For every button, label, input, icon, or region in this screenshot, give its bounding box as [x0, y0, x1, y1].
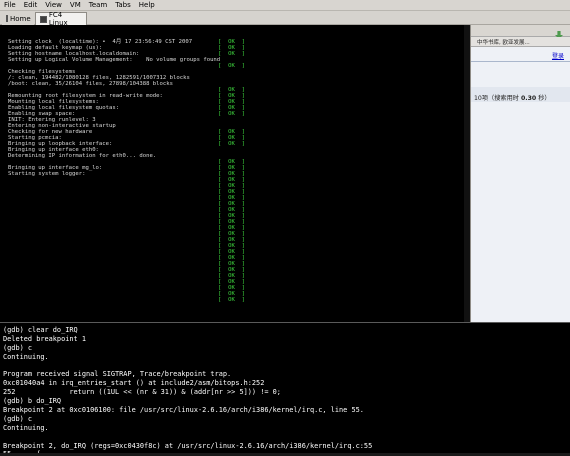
tab-bar: Home FC4 Linux: [0, 11, 570, 27]
gdb-line: Deleted breakpoint 1: [3, 334, 86, 343]
login-link[interactable]: 登录: [552, 51, 564, 60]
browser-tab[interactable]: 中华书库, 欧亚发展...: [477, 38, 530, 46]
result-prefix: 10项（搜索用时: [474, 95, 521, 102]
menu-item-team[interactable]: Team: [85, 0, 112, 11]
gdb-line: (gdb) b do_IRQ: [3, 397, 62, 406]
boot-status: [ OK ]: [218, 297, 245, 303]
gdb-line: [3, 433, 372, 442]
home-icon: [6, 15, 8, 22]
tab-fc4-linux[interactable]: FC4 Linux: [35, 11, 87, 27]
boot-log: Setting clock (localtime): • 4月 17 23:56…: [8, 39, 258, 303]
gdb-line: (gdb) c: [3, 343, 33, 352]
menu-item-tabs[interactable]: Tabs: [111, 0, 135, 11]
gdb-line: [3, 362, 372, 371]
menu-item-file[interactable]: File: [0, 0, 20, 11]
gdb-line: (gdb) clear do_IRQ: [3, 326, 78, 334]
gdb-line: (gdb) c: [3, 414, 33, 423]
search-result-summary: 10项（搜索用时 0.30 秒）: [474, 93, 551, 102]
boot-line: [ OK ]: [8, 297, 258, 303]
gdb-line: 252 return ((1UL << (nr & 31)) & (addr[n…: [3, 388, 281, 397]
gdb-output: (gdb) clear do_IRQ Deleted breakpoint 1 (g…: [3, 326, 372, 456]
vm-icon: [40, 15, 47, 23]
gdb-line: 0xc01040a4 in irq_entries_start () at in…: [3, 379, 265, 388]
result-time: 0.30: [520, 95, 537, 102]
gdb-line: Breakpoint 2, do_IRQ (regs=0xc0430f8c) a…: [3, 441, 373, 450]
gdb-line: Continuing.: [3, 352, 49, 361]
menu-item-vm[interactable]: VM: [66, 0, 85, 11]
boot-status-text: [ OK ]: [218, 297, 245, 303]
gdb-line: Breakpoint 2 at 0xc0106100: file /usr/sr…: [3, 406, 364, 415]
menu-item-view[interactable]: View: [41, 0, 66, 11]
tab-home[interactable]: Home: [2, 12, 34, 25]
gdb-line: Program received signal SIGTRAP, Trace/b…: [3, 370, 232, 379]
tab-home-label: Home: [10, 14, 31, 23]
menu-item-help[interactable]: Help: [135, 0, 159, 11]
menu-item-edit[interactable]: Edit: [20, 0, 42, 11]
result-suffix: 秒）: [536, 95, 551, 102]
divider: [471, 61, 570, 62]
host-browser-panel: 下载 中华书库, 欧亚发展... 登录 10项（搜索用时 0.30 秒）: [470, 25, 570, 322]
browser-tab-row: 中华书库, 欧亚发展...: [471, 37, 570, 47]
vm-console[interactable]: Setting clock (localtime): • 4月 17 23:56…: [0, 25, 470, 322]
gdb-terminal[interactable]: (gdb) clear do_IRQ Deleted breakpoint 1 (g…: [0, 322, 570, 456]
menu-bar: File Edit View VM Team Tabs Help: [0, 0, 570, 11]
gdb-line: Continuing.: [3, 423, 49, 432]
